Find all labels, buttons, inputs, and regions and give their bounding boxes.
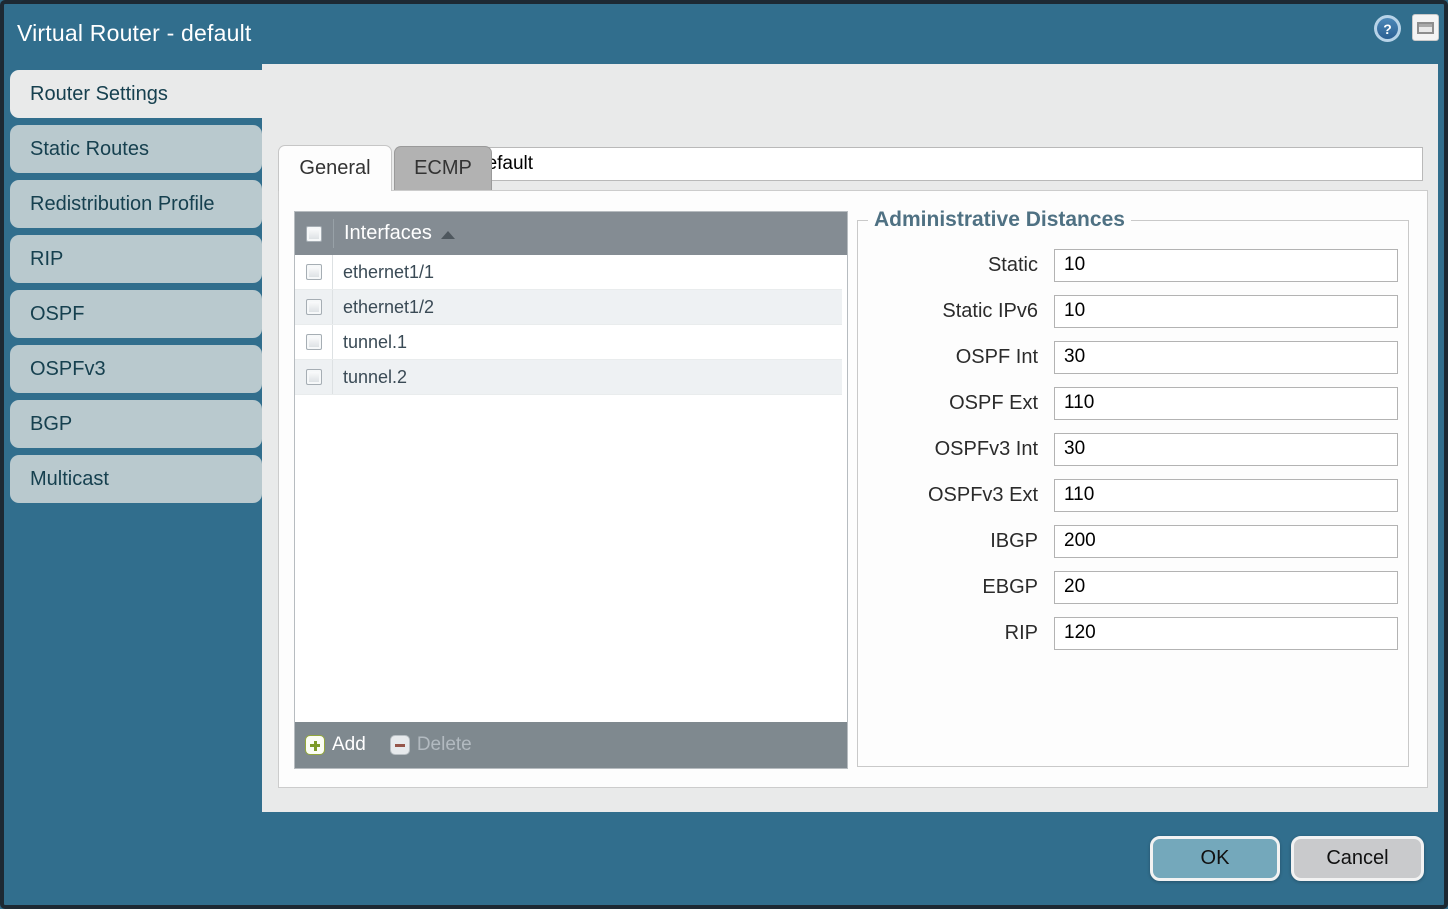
interfaces-column-label: Interfaces <box>344 222 432 245</box>
sidebar-item[interactable]: RIP <box>10 235 262 283</box>
dialog-titlebar: Virtual Router - default ? <box>0 0 1448 64</box>
distance-field-row: RIP <box>858 616 1408 650</box>
sidebar-item[interactable]: Multicast <box>10 455 262 503</box>
distance-field-label: OSPFv3 Ext <box>866 484 1038 507</box>
interface-row[interactable]: ethernet1/1 <box>295 255 842 290</box>
delete-button[interactable]: Delete <box>390 734 472 756</box>
distance-field-row: IBGP <box>858 524 1408 558</box>
sidebar-item-label: OSPFv3 <box>30 358 106 381</box>
interfaces-table-body: ethernet1/1 ethernet1/2 <box>295 255 847 722</box>
add-button-label: Add <box>332 734 366 756</box>
distance-field-input[interactable] <box>1054 617 1398 650</box>
interfaces-column-header[interactable]: Interfaces <box>333 219 847 248</box>
distance-field-row: Static <box>858 248 1408 282</box>
distance-field-label: OSPF Int <box>866 346 1038 369</box>
distance-field-label: IBGP <box>866 530 1038 553</box>
sidebar-item-label: Redistribution Profile <box>30 193 215 216</box>
sidebar-item-label: Static Routes <box>30 138 149 161</box>
sidebar-item[interactable]: OSPFv3 <box>10 345 262 393</box>
tab-ecmp[interactable]: ECMP <box>394 146 492 190</box>
distance-field-input[interactable] <box>1054 525 1398 558</box>
add-icon <box>305 735 325 755</box>
administrative-distances-fieldset: Administrative Distances Static Static I… <box>857 220 1409 767</box>
select-all-checkbox[interactable] <box>306 226 322 242</box>
distance-field-label: RIP <box>866 622 1038 645</box>
distance-field-label: OSPF Ext <box>866 392 1038 415</box>
cancel-button[interactable]: Cancel <box>1291 836 1424 881</box>
interface-name: ethernet1/1 <box>333 262 434 283</box>
distance-field-input[interactable] <box>1054 341 1398 374</box>
ok-button-label: OK <box>1201 847 1230 870</box>
interface-row[interactable]: ethernet1/2 <box>295 290 842 325</box>
maximize-window-icon[interactable] <box>1412 14 1439 41</box>
distance-field-input[interactable] <box>1054 387 1398 420</box>
sidebar-item-label: Multicast <box>30 468 109 491</box>
sidebar-item-label: Router Settings <box>30 83 168 106</box>
distance-field-row: Static IPv6 <box>858 294 1408 328</box>
cancel-button-label: Cancel <box>1326 847 1388 870</box>
sidebar-item[interactable]: Redistribution Profile <box>10 180 262 228</box>
interface-name: ethernet1/2 <box>333 297 434 318</box>
distance-field-input[interactable] <box>1054 479 1398 512</box>
virtual-router-dialog: Virtual Router - default ? Router Settin… <box>0 0 1448 909</box>
sidebar-item-label: RIP <box>30 248 63 271</box>
sort-ascending-icon <box>441 231 455 239</box>
sidebar-item[interactable]: BGP <box>10 400 262 448</box>
header-checkbox-cell <box>295 226 333 242</box>
window-glyph <box>1417 22 1434 34</box>
distance-field-row: OSPFv3 Ext <box>858 478 1408 512</box>
interfaces-table: Interfaces ethernet1/1 <box>294 211 848 769</box>
row-checkbox-cell <box>295 290 333 324</box>
sidebar-item[interactable]: Static Routes <box>10 125 262 173</box>
distance-field-label: EBGP <box>866 576 1038 599</box>
name-input[interactable] <box>466 147 1423 181</box>
interface-name: tunnel.1 <box>333 332 407 353</box>
distance-field-label: OSPFv3 Int <box>866 438 1038 461</box>
administrative-distances-fields: Static Static IPv6 OSPF Int <box>858 221 1408 650</box>
interface-row[interactable]: tunnel.2 <box>295 360 842 395</box>
distance-field-input[interactable] <box>1054 571 1398 604</box>
interface-row[interactable]: tunnel.1 <box>295 325 842 360</box>
add-button[interactable]: Add <box>305 734 366 756</box>
delete-icon <box>390 735 410 755</box>
distance-field-row: OSPF Ext <box>858 386 1408 420</box>
sidebar-item[interactable]: OSPF <box>10 290 262 338</box>
general-tab-panel: Interfaces ethernet1/1 <box>278 190 1428 788</box>
help-icon[interactable]: ? <box>1374 15 1401 42</box>
interface-name: tunnel.2 <box>333 367 407 388</box>
distance-field-input[interactable] <box>1054 249 1398 282</box>
delete-button-label: Delete <box>417 734 472 756</box>
distance-field-row: EBGP <box>858 570 1408 604</box>
sidebar-item[interactable]: Router Settings <box>10 70 268 118</box>
tab-ecmp-label: ECMP <box>414 157 472 180</box>
row-checkbox[interactable] <box>306 299 322 315</box>
distance-field-row: OSPF Int <box>858 340 1408 374</box>
content-area: Name General ECMP Interfaces <box>262 64 1438 812</box>
row-checkbox[interactable] <box>306 369 322 385</box>
ok-button[interactable]: OK <box>1150 836 1280 881</box>
distance-field-label: Static <box>866 254 1038 277</box>
row-checkbox[interactable] <box>306 264 322 280</box>
dialog-title: Virtual Router - default <box>17 0 252 64</box>
question-mark-glyph: ? <box>1377 18 1398 39</box>
administrative-distances-title: Administrative Distances <box>868 208 1131 232</box>
row-checkbox-cell <box>295 360 333 394</box>
sidebar-nav: Router Settings Static Routes Redistribu… <box>10 70 268 510</box>
distance-field-row: OSPFv3 Int <box>858 432 1408 466</box>
sidebar-item-label: OSPF <box>30 303 84 326</box>
tab-general[interactable]: General <box>278 145 392 191</box>
distance-field-label: Static IPv6 <box>866 300 1038 323</box>
sidebar-item-label: BGP <box>30 413 72 436</box>
row-checkbox-cell <box>295 325 333 359</box>
tab-general-label: General <box>299 157 370 180</box>
distance-field-input[interactable] <box>1054 295 1398 328</box>
row-checkbox-cell <box>295 255 333 289</box>
interfaces-table-header: Interfaces <box>295 212 847 255</box>
interfaces-table-toolbar: Add Delete <box>295 722 847 768</box>
row-checkbox[interactable] <box>306 334 322 350</box>
distance-field-input[interactable] <box>1054 433 1398 466</box>
